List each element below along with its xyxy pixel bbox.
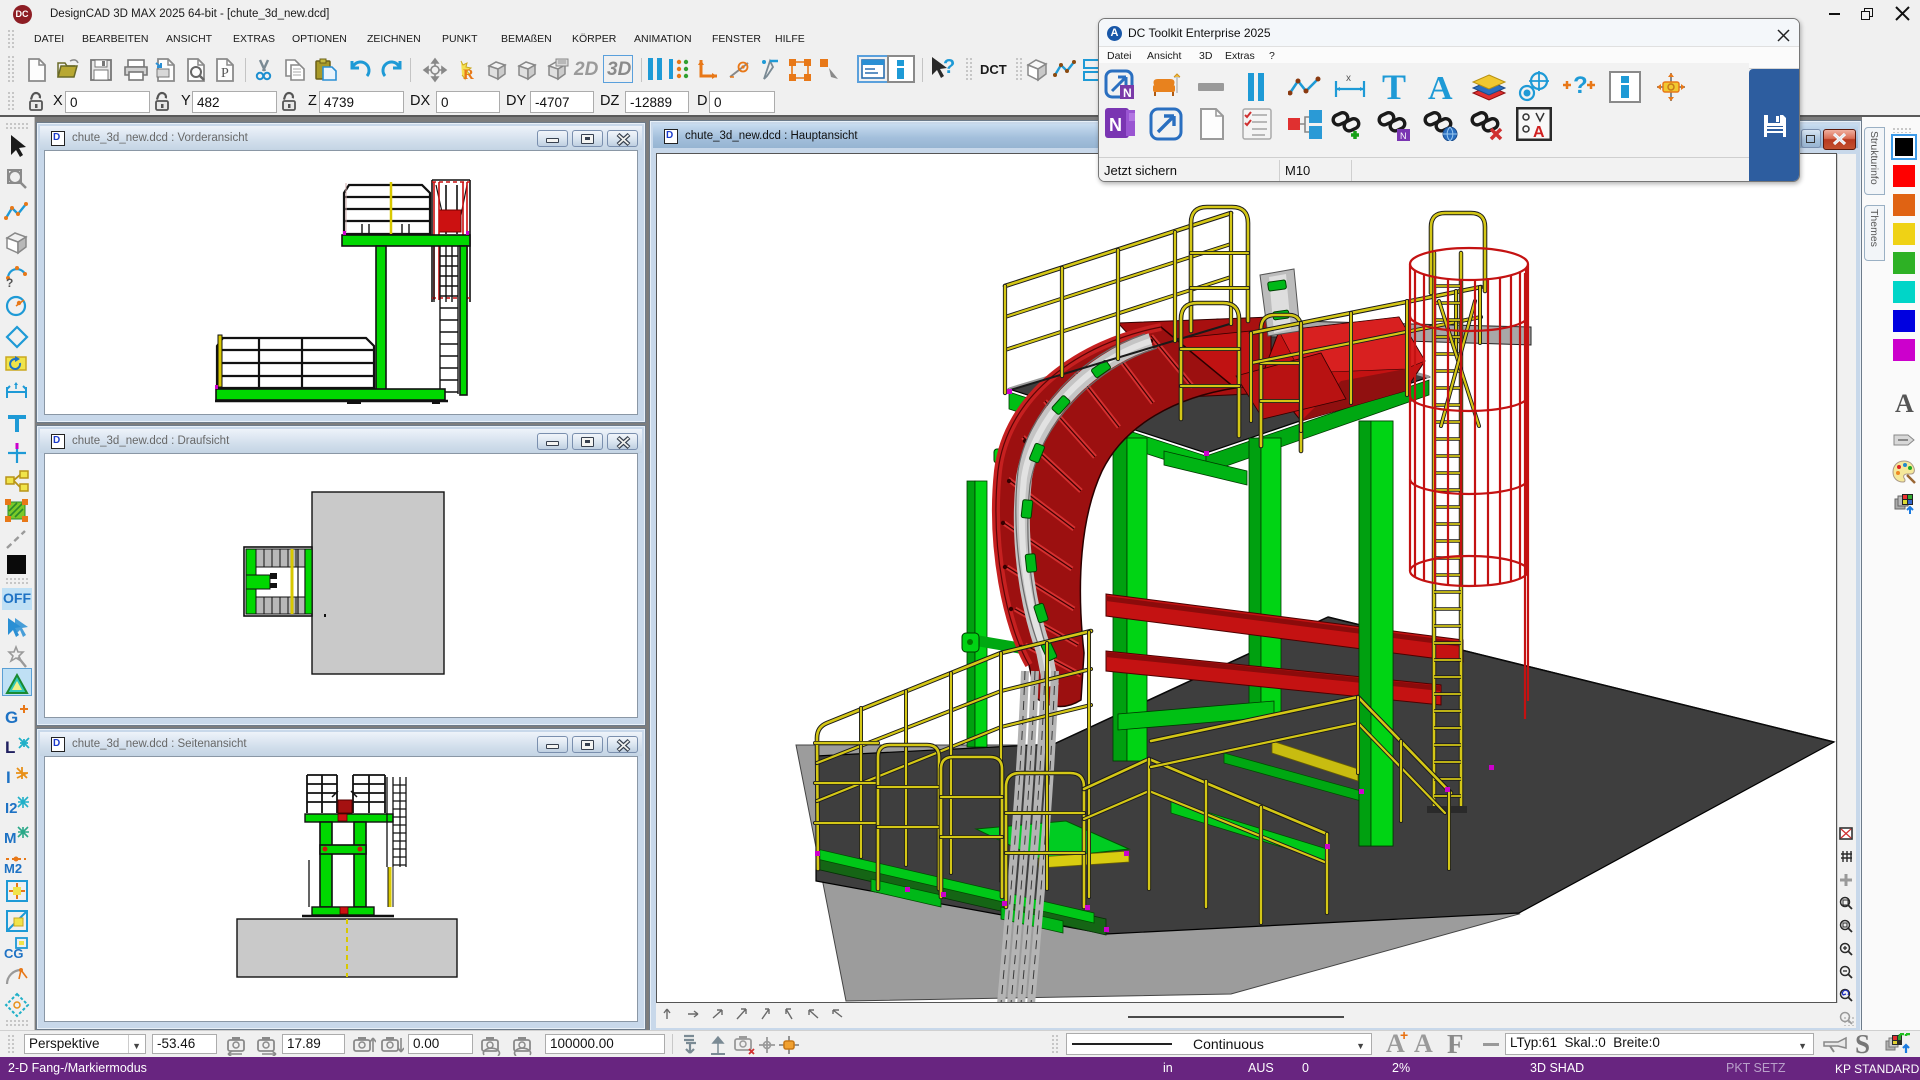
svg-text:T: T — [1382, 69, 1406, 105]
svg-text:R: R — [463, 67, 474, 83]
svg-text:A: A — [1533, 124, 1545, 141]
svg-text:L: L — [5, 738, 15, 757]
svg-text:P: P — [221, 66, 229, 81]
svg-text:I2: I2 — [5, 800, 18, 817]
svg-text:N: N — [1123, 86, 1132, 100]
svg-text:?: ? — [6, 276, 13, 288]
svg-text:?: ? — [943, 56, 955, 78]
svg-text:M2: M2 — [4, 861, 22, 876]
svg-text:N: N — [1400, 131, 1407, 141]
svg-text:A: A — [1428, 70, 1453, 105]
svg-text:M: M — [4, 830, 17, 847]
svg-text:x: x — [1346, 73, 1351, 84]
svg-text:G: G — [5, 708, 18, 727]
svg-text:I: I — [6, 768, 11, 787]
svg-text:?: ? — [1573, 73, 1588, 99]
svg-text:N: N — [1109, 115, 1122, 135]
